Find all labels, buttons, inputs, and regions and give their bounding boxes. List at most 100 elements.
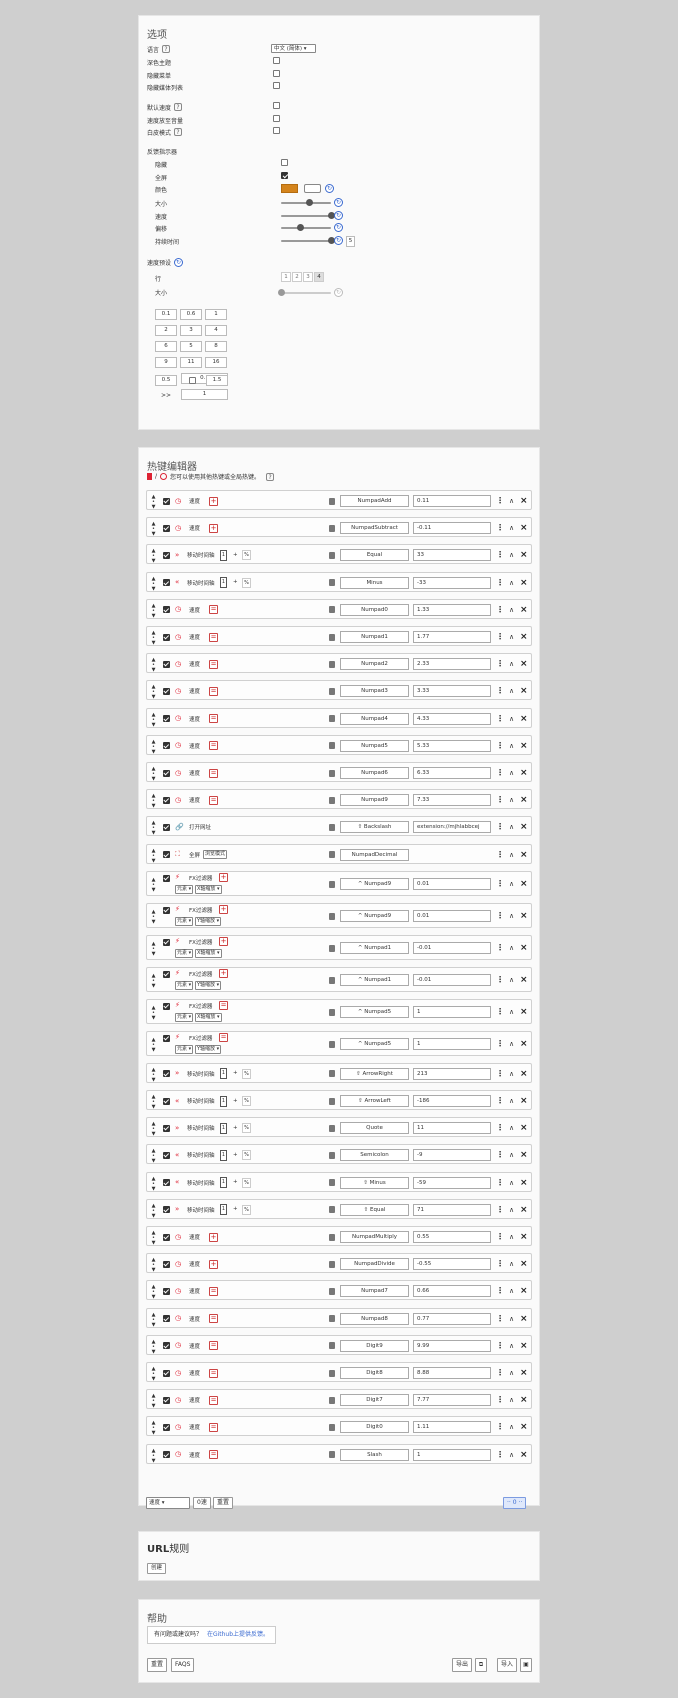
- hotkey-value-input[interactable]: 71: [413, 1203, 491, 1216]
- document-icon[interactable]: [329, 880, 335, 888]
- drag-handle-icon[interactable]: ▲ • ▼: [151, 1038, 156, 1053]
- hotkey-value-input[interactable]: extension://mjhlabbcej: [413, 821, 491, 834]
- hotkey-key-field[interactable]: NumpadAdd: [340, 495, 409, 507]
- drag-handle-icon[interactable]: ▲ • ▼: [151, 794, 156, 809]
- enable-checkbox[interactable]: [163, 742, 170, 750]
- more-options-icon[interactable]: ⋮: [496, 1396, 504, 1404]
- enable-checkbox[interactable]: [163, 687, 170, 695]
- close-icon[interactable]: ×: [520, 1369, 528, 1378]
- hotkey-key-field[interactable]: Numpad3: [340, 685, 409, 698]
- hotkey-key-field[interactable]: ⇧ Equal: [340, 1203, 409, 1216]
- enable-checkbox[interactable]: [163, 1260, 170, 1268]
- enable-checkbox[interactable]: [163, 769, 170, 777]
- document-icon[interactable]: [329, 1396, 335, 1404]
- hotkey-key-field[interactable]: ^ Numpad1: [340, 942, 409, 955]
- seek-unit-box[interactable]: 1: [220, 1177, 227, 1189]
- hotkey-key-field[interactable]: Numpad5: [340, 739, 409, 752]
- chevron-up-icon[interactable]: ∧: [509, 1206, 514, 1214]
- reset-speed-icon[interactable]: ↻: [334, 211, 343, 220]
- drag-handle-icon[interactable]: ▲ • ▼: [151, 1231, 156, 1246]
- document-icon[interactable]: [329, 1260, 335, 1268]
- chevron-up-icon[interactable]: ∧: [509, 742, 514, 750]
- chevron-up-icon[interactable]: ∧: [509, 823, 514, 831]
- hotkey-value-input[interactable]: 11: [413, 1122, 491, 1135]
- preset-speed-box[interactable]: 0.6: [180, 309, 202, 320]
- more-options-icon[interactable]: ⋮: [496, 976, 504, 984]
- seek-percent-toggle[interactable]: %: [242, 1068, 251, 1079]
- operator-button[interactable]: =: [209, 1450, 218, 1460]
- seek-unit-box[interactable]: 1: [220, 1204, 227, 1216]
- chevron-up-icon[interactable]: ∧: [509, 796, 514, 804]
- enable-checkbox[interactable]: [163, 906, 170, 914]
- document-icon[interactable]: [329, 497, 335, 505]
- hotkey-key-field[interactable]: ^ Numpad1: [340, 974, 409, 987]
- drag-handle-icon[interactable]: ▲ • ▼: [151, 1285, 156, 1300]
- indicator-offset-slider[interactable]: [281, 224, 331, 231]
- export-button[interactable]: 导出: [452, 1658, 473, 1672]
- help-icon[interactable]: ?: [162, 45, 171, 53]
- close-icon[interactable]: ×: [520, 497, 528, 506]
- close-icon[interactable]: ×: [520, 1124, 528, 1133]
- close-icon[interactable]: ×: [520, 1097, 528, 1106]
- import-file-icon[interactable]: ▣: [520, 1658, 532, 1672]
- hotkey-key-field[interactable]: Digit8: [340, 1367, 409, 1379]
- enable-checkbox[interactable]: [163, 1206, 170, 1214]
- document-icon[interactable]: [329, 1451, 335, 1459]
- seek-unit-box[interactable]: 1: [220, 549, 227, 561]
- hotkey-key-field[interactable]: Numpad7: [340, 1285, 409, 1298]
- operator-button[interactable]: +: [209, 523, 218, 533]
- hotkey-key-field[interactable]: ⇧ ArrowLeft: [340, 1095, 409, 1107]
- more-options-icon[interactable]: ⋮: [496, 1233, 504, 1241]
- hotkey-value-input[interactable]: -33: [413, 576, 491, 589]
- hotkey-key-field[interactable]: ^ Numpad9: [340, 910, 409, 923]
- more-options-icon[interactable]: ⋮: [496, 524, 504, 532]
- close-icon[interactable]: ×: [520, 1341, 528, 1350]
- enable-checkbox[interactable]: [163, 851, 170, 859]
- preset-inc-value[interactable]: 1: [181, 389, 228, 400]
- enable-checkbox[interactable]: [163, 970, 170, 978]
- more-options-icon[interactable]: ⋮: [496, 551, 504, 559]
- drag-handle-icon[interactable]: ▲ • ▼: [151, 1448, 156, 1464]
- close-icon[interactable]: ×: [520, 741, 528, 750]
- chevron-up-icon[interactable]: ∧: [509, 660, 514, 668]
- seek-percent-toggle[interactable]: %: [242, 1177, 251, 1188]
- preset-speed-box[interactable]: 3: [180, 325, 202, 336]
- hotkey-value-input[interactable]: 213: [413, 1067, 491, 1080]
- more-options-icon[interactable]: ⋮: [496, 1205, 504, 1214]
- preset-speed-box[interactable]: 9: [155, 357, 177, 368]
- more-options-icon[interactable]: ⋮: [496, 1287, 504, 1295]
- preset-speed-box[interactable]: 11: [180, 357, 202, 368]
- document-icon[interactable]: [329, 1233, 335, 1241]
- language-select[interactable]: 中文 (简体) ▾: [271, 44, 316, 53]
- enable-checkbox[interactable]: [163, 1315, 170, 1323]
- operator-button[interactable]: =: [219, 1000, 228, 1010]
- close-icon[interactable]: ×: [520, 687, 528, 696]
- close-icon[interactable]: ×: [520, 660, 528, 669]
- hotkey-key-field[interactable]: Slash: [340, 1448, 409, 1461]
- drag-handle-icon[interactable]: ▲ • ▼: [151, 910, 156, 925]
- close-icon[interactable]: ×: [520, 524, 528, 533]
- fx-target-select[interactable]: 元素 ▾: [175, 916, 194, 926]
- hotkey-key-field[interactable]: ^ Numpad5: [340, 1038, 409, 1051]
- close-icon[interactable]: ×: [520, 1450, 528, 1459]
- chevron-up-icon[interactable]: ∧: [509, 1260, 514, 1268]
- hotkey-key-field[interactable]: Digit7: [340, 1394, 409, 1407]
- drag-handle-icon[interactable]: ▲ • ▼: [151, 1203, 156, 1219]
- preset-speed-box[interactable]: 8: [205, 341, 227, 352]
- help-reset-button[interactable]: 重置: [147, 1658, 168, 1672]
- hotkey-key-field[interactable]: Quote: [340, 1122, 409, 1135]
- close-icon[interactable]: ×: [520, 578, 528, 587]
- chevron-up-icon[interactable]: ∧: [509, 976, 514, 984]
- drag-handle-icon[interactable]: ▲ • ▼: [151, 1312, 156, 1328]
- drag-handle-icon[interactable]: ▲ • ▼: [151, 603, 156, 619]
- hotkey-value-input[interactable]: -9: [413, 1149, 491, 1162]
- preset-speed-box[interactable]: 1: [205, 309, 227, 320]
- chevron-up-icon[interactable]: ∧: [509, 687, 514, 695]
- chevron-up-icon[interactable]: ∧: [509, 1040, 514, 1048]
- whitelist-mode-checkbox[interactable]: [273, 127, 280, 134]
- preset-speed-box[interactable]: 2: [155, 325, 177, 336]
- close-icon[interactable]: ×: [520, 850, 528, 859]
- preset-speed-box[interactable]: 16: [205, 357, 227, 368]
- operator-button[interactable]: =: [209, 1368, 218, 1378]
- more-options-icon[interactable]: ⋮: [496, 796, 504, 804]
